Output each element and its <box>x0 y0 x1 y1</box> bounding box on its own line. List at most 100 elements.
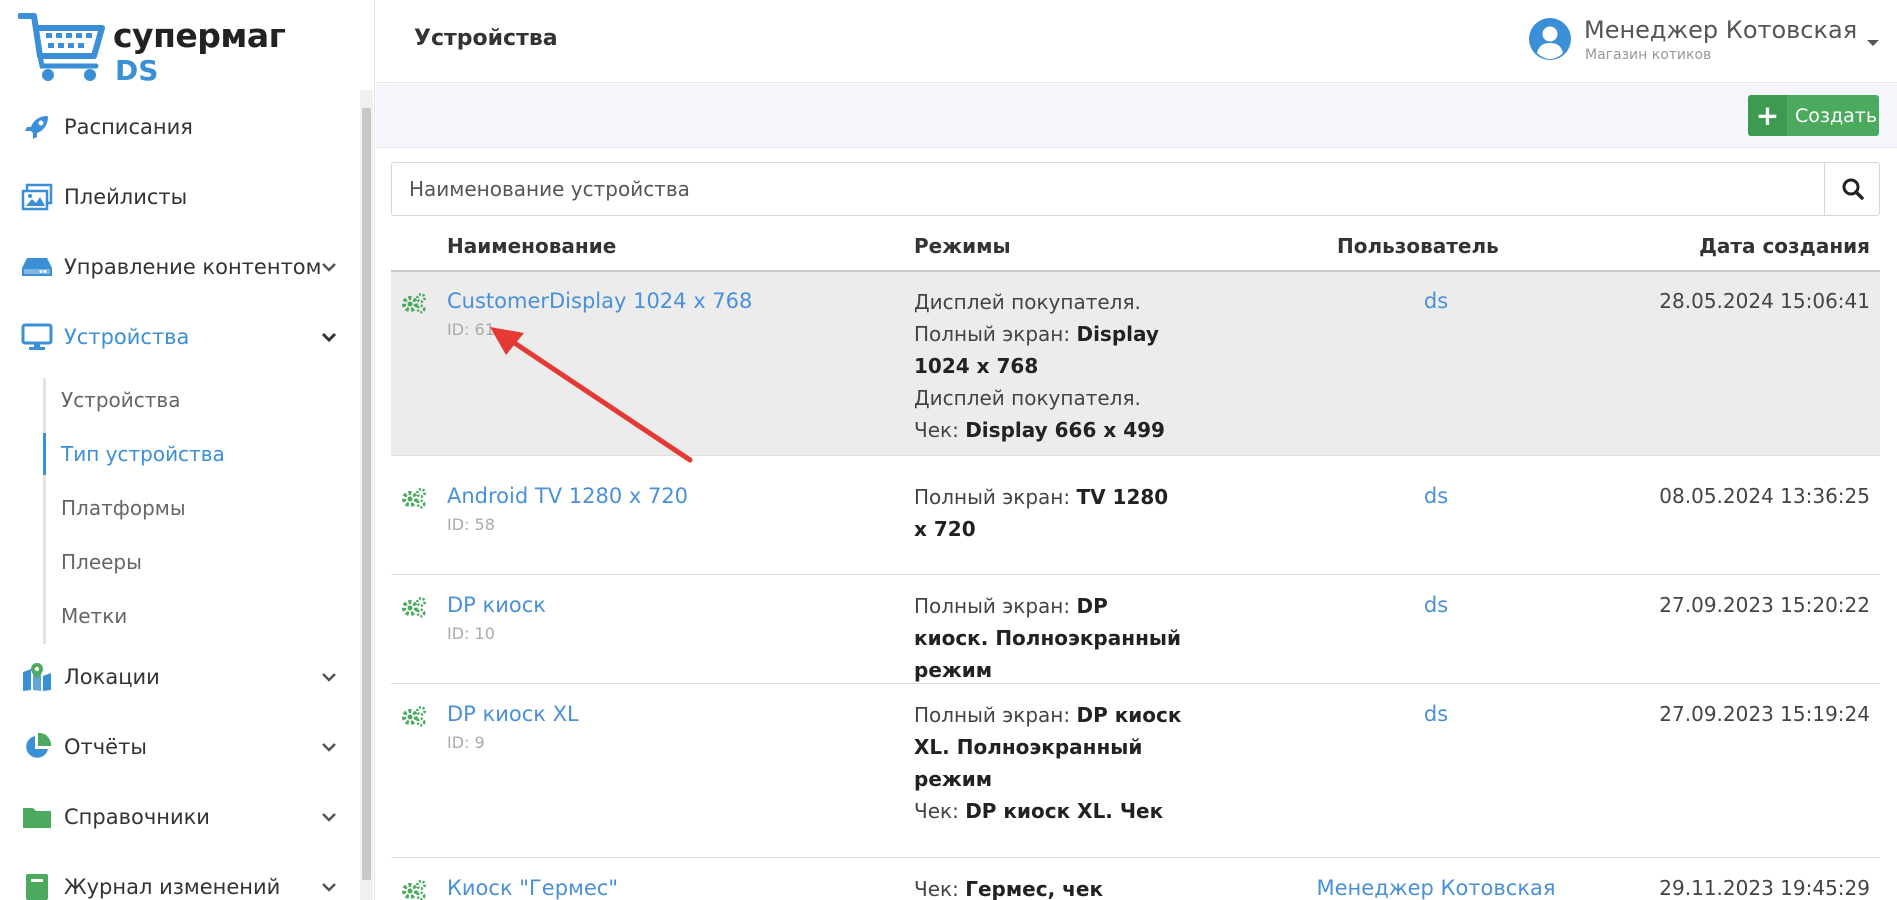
sidebar-item-content[interactable]: Управление контентом <box>0 242 355 292</box>
plus-icon: + <box>1748 95 1787 136</box>
images-icon <box>20 180 54 214</box>
toolbar: + Создать <box>376 84 1897 148</box>
search-button[interactable] <box>1824 163 1880 215</box>
sidebar-scrollbar[interactable] <box>360 90 373 900</box>
device-type-id: ID: 61 <box>447 320 495 339</box>
mode-line: Чек: DP киоск XL. Чек <box>914 795 1184 827</box>
rocket-icon <box>20 110 54 144</box>
mode-label: Чек: <box>914 418 966 442</box>
device-type-name-link[interactable]: Android TV 1280 x 720 <box>447 484 688 508</box>
modes-cell: Полный экран: DP киоск. Полноэкранный ре… <box>914 590 1184 686</box>
mode-label: Чек: <box>914 877 966 900</box>
modes-cell: Полный экран: DP киоск XL. Полноэкранный… <box>914 699 1184 827</box>
cogs-icon[interactable] <box>401 879 427 900</box>
monitor-icon <box>20 320 54 354</box>
device-type-name-link[interactable]: Киоск "Гермес" <box>447 876 618 900</box>
device-type-id: ID: 10 <box>447 624 495 643</box>
cogs-icon[interactable] <box>401 487 427 509</box>
mode-line: Чек: Display 666 x 499 <box>914 414 1184 446</box>
sidebar-item-directories[interactable]: Справочники <box>0 792 355 842</box>
modes-cell: Дисплей покупателя. Полный экран: Display… <box>914 286 1184 446</box>
sidebar-item-label: Плейлисты <box>64 185 188 209</box>
map-pin-icon <box>20 660 54 694</box>
sidebar-item-playlists[interactable]: Плейлисты <box>0 172 355 222</box>
submenu-item-label: Платформы <box>61 496 186 520</box>
chevron-down-icon <box>322 883 336 892</box>
mode-line: Дисплей покупателя. <box>914 286 1184 318</box>
brand-name-top: супермаг <box>113 16 286 55</box>
cogs-icon[interactable] <box>401 292 427 314</box>
chevron-down-icon <box>322 673 336 682</box>
sidebar-item-reports[interactable]: Отчёты <box>0 722 355 772</box>
created-date: 29.11.2023 19:45:29 <box>1659 876 1870 900</box>
sidebar-item-label: Журнал изменений <box>64 875 281 899</box>
submenu-item-tags[interactable]: Метки <box>43 595 353 637</box>
device-type-name-link[interactable]: DP киоск XL <box>447 702 579 726</box>
mode-line: Полный экран: TV 1280 x 720 <box>914 481 1184 545</box>
table-row[interactable]: CustomerDisplay 1024 x 768 ID: 61 Дисплей … <box>391 272 1880 456</box>
modes-cell: Полный экран: TV 1280 x 720 <box>914 481 1184 545</box>
sidebar-item-label: Управление контентом <box>64 255 322 279</box>
table-row[interactable]: DP киоск XL ID: 9 Полный экран: DP киоск X… <box>391 685 1880 858</box>
device-type-id: ID: 9 <box>447 733 485 752</box>
scrollbar-thumb[interactable] <box>362 108 371 880</box>
table-row[interactable]: Киоск "Гермес" Чек: Гермес, чек Менеджер К… <box>391 859 1880 900</box>
mode-label: Полный экран: <box>914 594 1077 618</box>
mode-label: Чек: <box>914 799 966 823</box>
caret-down-icon[interactable] <box>1866 38 1880 48</box>
sidebar-item-label: Справочники <box>64 805 210 829</box>
mode-value: DP киоск XL. Чек <box>965 799 1164 823</box>
column-header-date[interactable]: Дата создания <box>1699 234 1870 258</box>
sidebar-item-schedules[interactable]: Расписания <box>0 102 355 152</box>
sidebar-item-devices[interactable]: Устройства <box>0 312 355 362</box>
submenu-item-label: Устройства <box>61 388 181 412</box>
search-input[interactable] <box>392 163 1824 215</box>
column-header-user[interactable]: Пользователь <box>1337 234 1499 258</box>
logo[interactable]: супермаг DS <box>18 10 286 87</box>
sidebar-item-changelog[interactable]: Журнал изменений <box>0 862 355 900</box>
submenu-item-platforms[interactable]: Платформы <box>43 487 353 529</box>
mode-label: Полный экран: <box>914 322 1077 346</box>
column-header-name[interactable]: Наименование <box>447 234 616 258</box>
search-icon <box>1842 178 1864 200</box>
submenu-item-label: Метки <box>61 604 128 628</box>
user-link[interactable]: ds <box>1291 484 1581 508</box>
user-shop: Магазин котиков <box>1585 47 1712 63</box>
mode-line: Полный экран: DP киоск. Полноэкранный ре… <box>914 590 1184 686</box>
user-link[interactable]: ds <box>1291 593 1581 617</box>
submenu-item-players[interactable]: Плееры <box>43 541 353 583</box>
sidebar-item-locations[interactable]: Локации <box>0 652 355 702</box>
hdd-icon <box>20 250 54 284</box>
created-date: 28.05.2024 15:06:41 <box>1659 289 1870 313</box>
table-row[interactable]: DP киоск ID: 10 Полный экран: DP киоск. По… <box>391 576 1880 684</box>
modes-cell: Чек: Гермес, чек <box>914 873 1184 900</box>
user-link[interactable]: ds <box>1291 289 1581 313</box>
mode-prefix: Дисплей покупателя. <box>914 386 1141 410</box>
user-link[interactable]: ds <box>1291 702 1581 726</box>
mode-line: Чек: Гермес, чек <box>914 873 1184 900</box>
user-avatar-icon[interactable] <box>1528 17 1572 61</box>
user-name[interactable]: Менеджер Котовская <box>1584 16 1857 44</box>
folder-icon <box>20 800 54 834</box>
device-type-name-link[interactable]: CustomerDisplay 1024 x 768 <box>447 289 752 313</box>
mode-prefix: Дисплей покупателя. <box>914 290 1141 314</box>
pie-chart-icon <box>20 730 54 764</box>
mode-label: Полный экран: <box>914 703 1077 727</box>
submenu-item-devices[interactable]: Устройства <box>43 379 353 421</box>
book-icon <box>20 870 54 900</box>
user-link[interactable]: Менеджер Котовская <box>1291 876 1581 900</box>
table-row[interactable]: Android TV 1280 x 720 ID: 58 Полный экран:… <box>391 467 1880 575</box>
submenu-item-label: Тип устройства <box>61 442 225 466</box>
sidebar-item-label: Отчёты <box>64 735 147 759</box>
brand-name-bottom: DS <box>115 54 159 87</box>
device-type-name-link[interactable]: DP киоск <box>447 593 546 617</box>
chevron-down-icon <box>322 743 336 752</box>
cogs-icon[interactable] <box>401 705 427 727</box>
cogs-icon[interactable] <box>401 596 427 618</box>
submenu-item-device-type[interactable]: Тип устройства <box>43 433 353 475</box>
mode-value: Display 666 x 499 <box>965 418 1165 442</box>
create-button[interactable]: + Создать <box>1748 95 1879 136</box>
created-date: 08.05.2024 13:36:25 <box>1659 484 1870 508</box>
submenu-item-label: Плееры <box>61 550 142 574</box>
column-header-modes: Режимы <box>914 234 1011 258</box>
